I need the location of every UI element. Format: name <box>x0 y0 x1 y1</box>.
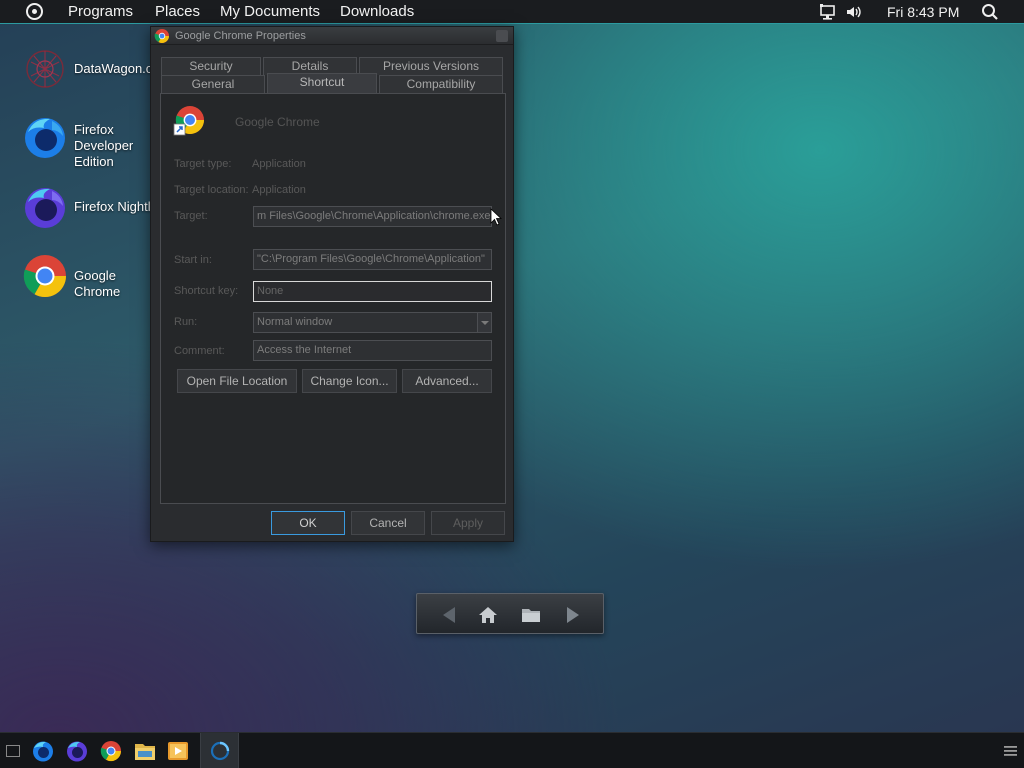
properties-dialog: Google Chrome Properties Security Detail… <box>150 26 514 542</box>
dialog-title: Google Chrome Properties <box>175 30 306 42</box>
search-icon[interactable] <box>981 3 999 21</box>
home-icon[interactable] <box>478 605 498 625</box>
tab-security[interactable]: Security <box>161 57 261 75</box>
desktop-icon-datawagon[interactable]: DataWagon.cc <box>22 46 162 94</box>
chrome-icon <box>154 29 169 43</box>
firefox-nightly-icon[interactable] <box>66 740 88 762</box>
start-in-label: Start in: <box>174 254 212 266</box>
mouse-cursor-icon <box>490 208 502 226</box>
file-manager-icon[interactable] <box>134 740 156 762</box>
tab-shortcut[interactable]: Shortcut <box>267 73 377 93</box>
start-in-field[interactable]: "C:\Program Files\Google\Chrome\Applicat… <box>253 249 492 270</box>
firefox-developer-icon <box>25 118 65 158</box>
close-icon[interactable] <box>496 30 508 42</box>
apply-button[interactable]: Apply <box>431 511 505 535</box>
volume-icon[interactable] <box>845 3 863 21</box>
chevron-down-icon[interactable] <box>477 313 491 332</box>
chrome-icon[interactable] <box>100 740 122 762</box>
cancel-button[interactable]: Cancel <box>351 511 425 535</box>
places-menu[interactable]: Places <box>155 3 200 21</box>
app-menu-icon[interactable] <box>26 3 43 20</box>
clock[interactable]: Fri 8:43 PM <box>887 3 959 21</box>
desktop-icon-firefox-developer[interactable]: Firefox Developer Edition <box>22 114 162 169</box>
firefox-developer-icon[interactable] <box>32 740 54 762</box>
shortcut-key-field[interactable]: None <box>253 281 492 302</box>
my-documents-menu[interactable]: My Documents <box>220 3 320 21</box>
firefox-nightly-icon <box>25 188 65 228</box>
floating-nav-bar <box>416 593 604 634</box>
advanced-button[interactable]: Advanced... <box>402 369 492 393</box>
top-panel: Programs Places My Documents Downloads F… <box>0 0 1024 24</box>
network-icon[interactable] <box>819 3 837 21</box>
folder-icon[interactable] <box>521 605 541 625</box>
target-type-value: Application <box>252 158 306 170</box>
run-select[interactable]: Normal window <box>253 312 492 333</box>
back-arrow-icon[interactable] <box>439 605 459 625</box>
tab-general[interactable]: General <box>161 75 265 93</box>
run-label: Run: <box>174 316 198 328</box>
target-type-label: Target type: <box>174 158 232 170</box>
dialog-titlebar[interactable]: Google Chrome Properties <box>151 27 513 45</box>
shortcut-key-label: Shortcut key: <box>174 285 239 297</box>
change-icon-button[interactable]: Change Icon... <box>302 369 397 393</box>
taskbar-menu-icon[interactable] <box>1004 745 1017 757</box>
target-label: Target: <box>174 210 208 222</box>
downloads-menu[interactable]: Downloads <box>340 3 414 21</box>
target-field[interactable]: m Files\Google\Chrome\Application\chrome… <box>253 206 492 227</box>
comment-field[interactable]: Access the Internet <box>253 340 492 361</box>
chrome-shortcut-icon <box>173 106 204 136</box>
desktop-icon-chrome[interactable]: Google Chrome <box>22 253 162 301</box>
media-player-icon[interactable] <box>167 740 189 762</box>
desktop-icon-firefox-nightly[interactable]: Firefox Nightly <box>22 184 162 232</box>
target-location-value: Application <box>252 184 306 196</box>
target-location-label: Target location: <box>174 184 249 196</box>
run-select-value: Normal window <box>257 316 333 328</box>
comment-label: Comment: <box>174 345 225 357</box>
show-desktop-icon[interactable] <box>6 745 20 757</box>
app-name: Google Chrome <box>235 115 320 129</box>
tab-previous-versions[interactable]: Previous Versions <box>359 57 503 75</box>
forward-arrow-icon[interactable] <box>563 605 583 625</box>
chrome-icon <box>23 255 66 298</box>
open-file-location-button[interactable]: Open File Location <box>177 369 297 393</box>
taskbar-active-item[interactable] <box>200 733 239 768</box>
loading-spinner-icon <box>210 741 230 761</box>
ok-button[interactable]: OK <box>271 511 345 535</box>
datawagon-icon <box>26 50 64 88</box>
programs-menu[interactable]: Programs <box>68 3 133 21</box>
taskbar <box>0 732 1024 768</box>
tab-compatibility[interactable]: Compatibility <box>379 75 503 93</box>
